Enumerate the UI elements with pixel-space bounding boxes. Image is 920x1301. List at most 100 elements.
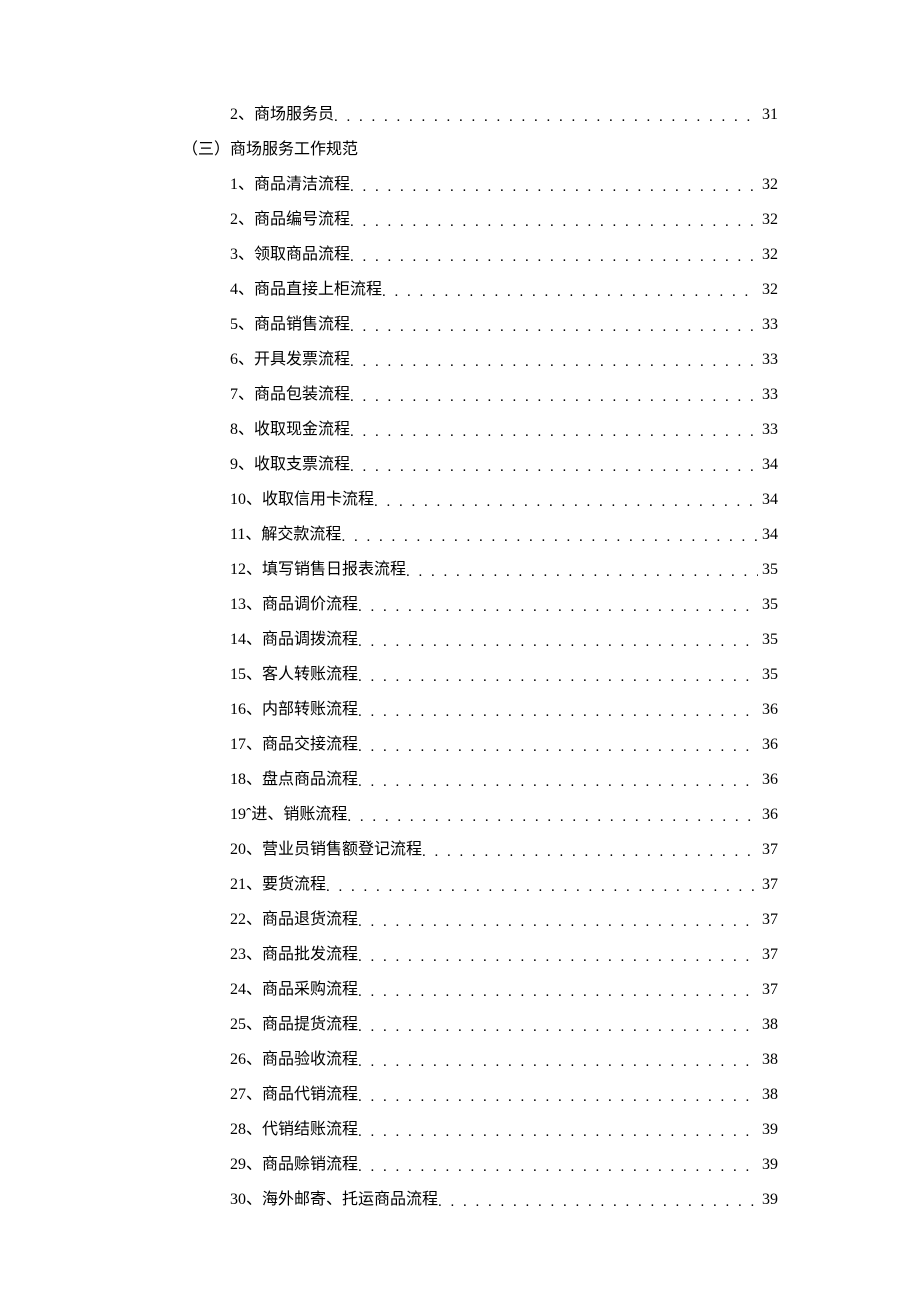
toc-entry-page: 36 xyxy=(758,736,778,754)
toc-entry-page: 39 xyxy=(758,1156,778,1174)
toc-leader-dots xyxy=(438,1194,758,1211)
toc-entry-separator: 、 xyxy=(246,1150,262,1174)
toc-entry: 19ˆ进、销账流程 36 xyxy=(182,800,778,835)
toc-entry-label: 领取商品流程 xyxy=(254,240,350,264)
toc-entry-page: 39 xyxy=(758,1121,778,1139)
toc-entry-label: 商品赊销流程 xyxy=(262,1150,358,1174)
toc-entry-number: 22 xyxy=(230,911,246,929)
toc-entry-label: 商品交接流程 xyxy=(262,730,358,754)
toc-leader-dots xyxy=(358,704,758,721)
toc-entry-number: 30 xyxy=(230,1191,246,1209)
toc-entry: 30、海外邮寄、托运商品流程 39 xyxy=(182,1185,778,1220)
toc-entry-number: 23 xyxy=(230,946,246,964)
toc-entry-separator: 、 xyxy=(238,100,254,124)
toc-leader-dots xyxy=(350,249,758,266)
toc-leader-dots xyxy=(374,494,758,511)
toc-entry: 8、收取现金流程 33 xyxy=(182,415,778,450)
toc-page: 2、商场服务员 31 （三）商场服务工作规范 1、商品清洁流程 322、商品编号… xyxy=(0,0,920,1301)
toc-leader-dots xyxy=(382,284,758,301)
toc-entry: 7、商品包装流程 33 xyxy=(182,380,778,415)
toc-leader-dots xyxy=(358,1019,758,1036)
toc-leader-dots xyxy=(350,424,758,441)
toc-entry: 21、要货流程 37 xyxy=(182,870,778,905)
toc-entry-page: 33 xyxy=(758,351,778,369)
toc-entry-number: 12 xyxy=(230,561,246,579)
toc-entry-label: 海外邮寄、托运商品流程 xyxy=(262,1185,438,1209)
toc-entry-number: 8 xyxy=(230,421,238,439)
toc-entry-label: 商品验收流程 xyxy=(262,1045,358,1069)
toc-entry: 25、商品提货流程 38 xyxy=(182,1010,778,1045)
toc-entry-number: 11 xyxy=(230,526,245,544)
toc-leader-dots xyxy=(350,214,758,231)
toc-entry-label: 商品编号流程 xyxy=(254,205,350,229)
toc-entry-separator: 、 xyxy=(238,205,254,229)
toc-entry: 11、解交款流程 34 xyxy=(182,520,778,555)
toc-entry-number: 13 xyxy=(230,596,246,614)
toc-entry: 15、客人转账流程 35 xyxy=(182,660,778,695)
toc-entry-label: 商品批发流程 xyxy=(262,940,358,964)
toc-leader-dots xyxy=(358,634,758,651)
toc-entry-page: 35 xyxy=(758,631,778,649)
toc-entry-label: 盘点商品流程 xyxy=(262,765,358,789)
toc-entry: 20、营业员销售额登记流程 37 xyxy=(182,835,778,870)
toc-entry-number: 19ˆ xyxy=(230,806,251,824)
toc-entry-label: 解交款流程 xyxy=(261,520,341,544)
toc-entry-page: 38 xyxy=(758,1051,778,1069)
toc-entry-separator: 、 xyxy=(246,940,262,964)
toc-entry: 14、商品调拨流程 35 xyxy=(182,625,778,660)
toc-entry-label: 商品包装流程 xyxy=(254,380,350,404)
toc-entry-separator: 、 xyxy=(246,485,262,509)
toc-entry-number: 28 xyxy=(230,1121,246,1139)
toc-entry: 10、收取信用卡流程 34 xyxy=(182,485,778,520)
toc-leader-dots xyxy=(358,774,758,791)
toc-entry: 3、领取商品流程 32 xyxy=(182,240,778,275)
toc-entry-separator: 、 xyxy=(238,310,254,334)
toc-entry-number: 2 xyxy=(230,211,238,229)
toc-leader-dots xyxy=(358,1159,758,1176)
toc-entry: 29、商品赊销流程 39 xyxy=(182,1150,778,1185)
toc-entry: 13、商品调价流程 35 xyxy=(182,590,778,625)
toc-entry-separator: 、 xyxy=(246,730,262,754)
toc-entry-label: 进、销账流程 xyxy=(251,800,347,824)
toc-entry-number: 7 xyxy=(230,386,238,404)
toc-entry: 12、填写销售日报表流程 35 xyxy=(182,555,778,590)
toc-entry-label: 商品调价流程 xyxy=(262,590,358,614)
toc-entry-number: 1 xyxy=(230,176,238,194)
toc-entry-page: 32 xyxy=(758,211,778,229)
toc-entry: 16、内部转账流程 36 xyxy=(182,695,778,730)
toc-pre-entries: 2、商场服务员 31 xyxy=(182,100,778,135)
toc-entry-separator: 、 xyxy=(246,1010,262,1034)
toc-entry-separator: 、 xyxy=(246,660,262,684)
toc-entry-number: 26 xyxy=(230,1051,246,1069)
toc-leader-dots xyxy=(358,914,758,931)
toc-entry-page: 33 xyxy=(758,421,778,439)
toc-entry-page: 35 xyxy=(758,666,778,684)
toc-entry-page: 31 xyxy=(758,106,778,124)
toc-entry-separator: 、 xyxy=(238,275,254,299)
toc-entry-separator: 、 xyxy=(238,240,254,264)
toc-entry: 9、收取支票流程 34 xyxy=(182,450,778,485)
toc-leader-dots xyxy=(350,459,758,476)
toc-entry-label: 客人转账流程 xyxy=(262,660,358,684)
toc-entry-label: 商品采购流程 xyxy=(262,975,358,999)
toc-entry-separator: 、 xyxy=(246,870,262,894)
toc-entry-separator: 、 xyxy=(238,380,254,404)
toc-entry-page: 33 xyxy=(758,386,778,404)
toc-entry-number: 27 xyxy=(230,1086,246,1104)
toc-leader-dots xyxy=(406,564,758,581)
toc-entry-page: 32 xyxy=(758,281,778,299)
toc-entry-number: 17 xyxy=(230,736,246,754)
toc-entry-page: 37 xyxy=(758,876,778,894)
toc-leader-dots xyxy=(350,179,758,196)
toc-entry: 22、商品退货流程 37 xyxy=(182,905,778,940)
toc-entry-label: 商品调拨流程 xyxy=(262,625,358,649)
toc-entry: 26、商品验收流程 38 xyxy=(182,1045,778,1080)
toc-entry-separator: 、 xyxy=(238,345,254,369)
toc-leader-dots xyxy=(358,1089,758,1106)
toc-entry-number: 21 xyxy=(230,876,246,894)
toc-entry-number: 16 xyxy=(230,701,246,719)
toc-entry-number: 4 xyxy=(230,281,238,299)
toc-leader-dots xyxy=(347,809,758,826)
toc-entry-page: 39 xyxy=(758,1191,778,1209)
toc-entry-separator: 、 xyxy=(246,1115,262,1139)
